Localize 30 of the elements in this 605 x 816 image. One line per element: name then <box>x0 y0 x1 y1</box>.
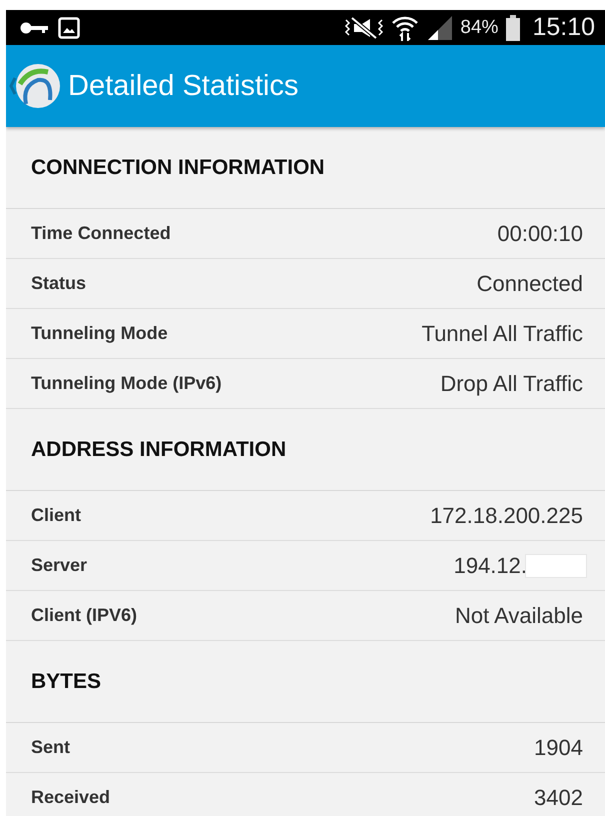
row-label: Received <box>31 787 110 808</box>
section-header: CONNECTION INFORMATION <box>6 127 605 209</box>
battery-level: 84% <box>460 16 498 38</box>
row-label: Time Connected <box>31 223 171 244</box>
wifi-icon <box>392 14 418 40</box>
section-header: ADDRESS INFORMATION <box>6 409 605 491</box>
row-value: 3402 <box>534 784 583 810</box>
row-value: 172.18.200.225 <box>430 502 583 528</box>
row-value: 00:00:10 <box>497 220 583 246</box>
row-label: Server <box>31 555 88 576</box>
row-value: Tunnel All Traffic <box>422 320 583 346</box>
key-icon <box>20 20 50 34</box>
row-value: 1904 <box>534 734 583 760</box>
screen-title: Detailed Statistics <box>68 70 298 102</box>
clock: 15:10 <box>532 13 595 42</box>
vibrate-icon <box>344 16 384 40</box>
signal-icon <box>426 16 452 40</box>
row-value: Not Available <box>454 602 583 628</box>
section-header: BYTES <box>6 641 605 723</box>
row-label: Client <box>31 505 82 526</box>
row-label: Client (IPV6) <box>31 605 138 626</box>
row-label: Tunneling Mode <box>31 323 168 344</box>
row-label: Sent <box>31 737 70 758</box>
battery-icon <box>506 14 520 40</box>
row-value: 194.12. <box>454 552 527 578</box>
image-icon <box>58 16 80 38</box>
row-label: Tunneling Mode (IPv6) <box>31 373 222 394</box>
row-value: Drop All Traffic <box>440 370 583 396</box>
row-label: Status <box>31 273 86 294</box>
row-value: Connected <box>476 270 583 296</box>
